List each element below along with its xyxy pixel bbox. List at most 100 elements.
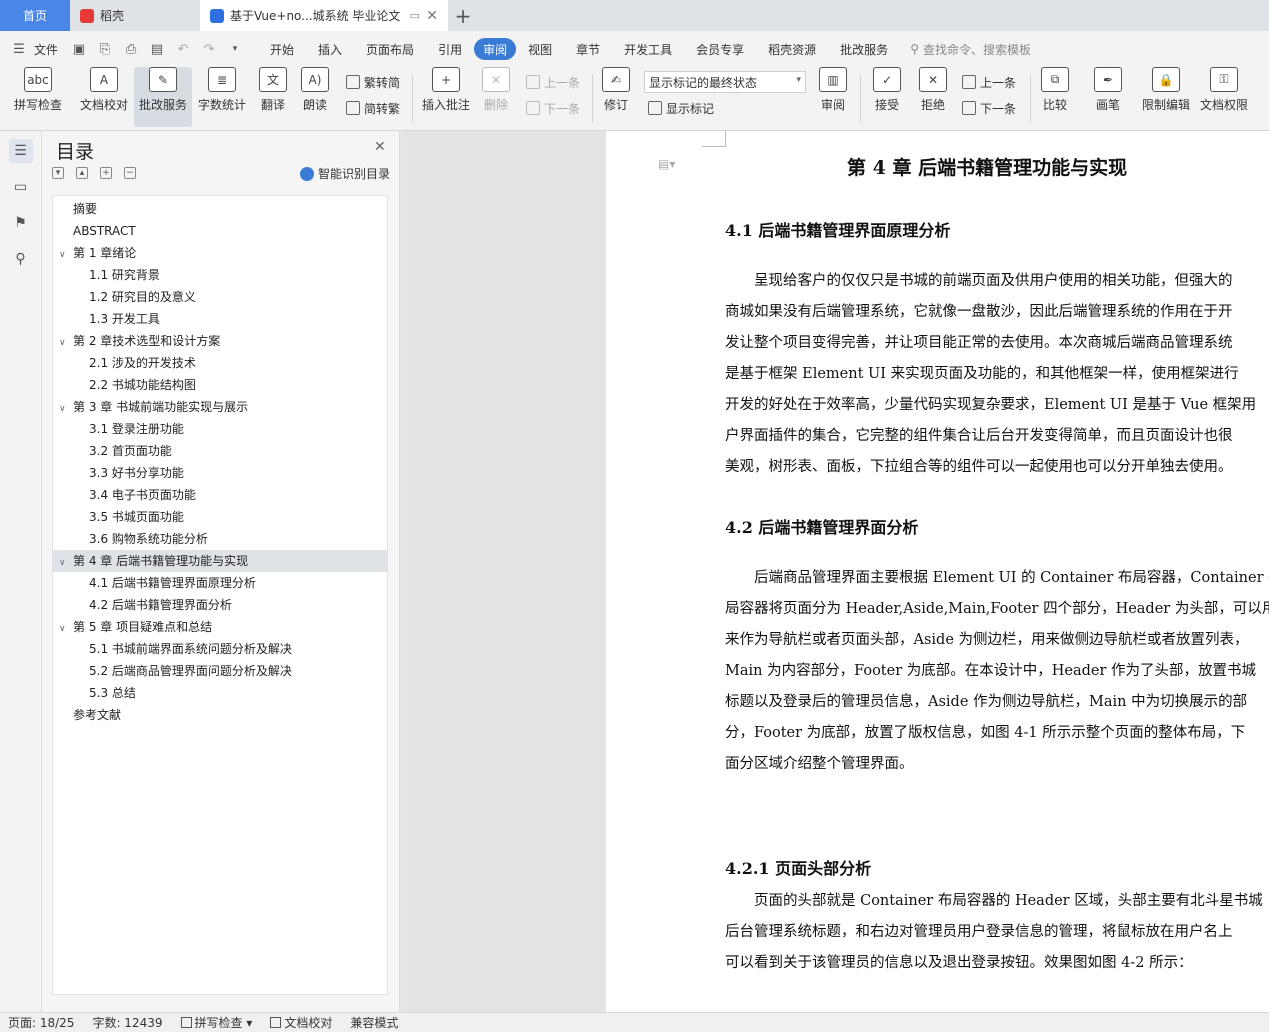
restrict-edit-button[interactable]: 🔒 限制编辑 (1138, 67, 1194, 127)
review-service-icon: ✎ (149, 67, 177, 92)
ribbon-tab[interactable]: 视图 (516, 38, 564, 60)
track-changes-button[interactable]: ✍ 修订 (596, 67, 636, 127)
proof-status-label: 文档校对 (284, 1016, 333, 1030)
toc-item[interactable]: 3.2 首页面功能 (89, 440, 172, 462)
ribbon-tab[interactable]: 会员专享 (684, 38, 756, 60)
toc-item[interactable]: 2.1 涉及的开发技术 (89, 352, 196, 374)
toc-item[interactable]: 2.2 书城功能结构图 (89, 374, 196, 396)
toc-item[interactable]: 5.3 总结 (89, 682, 136, 704)
collapse-all-icon[interactable]: ▾ (52, 167, 64, 179)
delete-comment-button[interactable]: ✕ 删除 (476, 67, 516, 127)
toc-item[interactable]: 1.1 研究背景 (89, 264, 160, 286)
hamburger-icon[interactable]: ☰ (8, 38, 30, 60)
ribbon-tab[interactable]: 开发工具 (612, 38, 684, 60)
toc-item[interactable]: 3.3 好书分享功能 (89, 462, 184, 484)
ribbon-tab[interactable]: 审阅 (474, 38, 517, 60)
reject-button[interactable]: ✕ 拒绝 (912, 67, 954, 127)
toc-item[interactable]: 3.6 购物系统功能分析 (89, 528, 208, 550)
ribbon-tab[interactable]: 引用 (426, 38, 474, 60)
toc-item[interactable]: 3.1 登录注册功能 (89, 418, 184, 440)
read-aloud-button[interactable]: A) 朗读 (296, 67, 334, 127)
chevron-down-icon[interactable]: ∨ (59, 244, 73, 266)
add-level-icon[interactable]: + (100, 167, 112, 179)
search-icon[interactable]: ⚲ (9, 247, 33, 271)
review-service-button[interactable]: ✎ 批改服务 (134, 67, 192, 127)
screen-icon[interactable]: ▭ (410, 9, 420, 22)
proof-toggle[interactable]: 文档校对 (270, 1014, 332, 1031)
next-change-button[interactable]: 下一条 (962, 97, 1016, 119)
toc-item[interactable]: 5.2 后端商品管理界面问题分析及解决 (89, 660, 292, 682)
review-pane-button[interactable]: ▥ 审阅 (812, 67, 854, 127)
doc-permission-button[interactable]: ⚿ 文档权限 (1196, 67, 1252, 127)
toc-item[interactable]: ∨ 第 1 章绪论 (59, 242, 136, 264)
pages-icon[interactable]: ▭ (9, 175, 33, 199)
prev-comment-button[interactable]: 上一条 (526, 71, 580, 93)
chevron-down-icon[interactable]: ▾ (224, 38, 246, 60)
toc-item[interactable]: ABSTRACT (73, 220, 136, 242)
tab-document[interactable]: 基于Vue+no...城系统 毕业论文 ▭ ✕ (200, 0, 448, 31)
toc-item[interactable]: 4.1 后端书籍管理界面原理分析 (89, 572, 256, 594)
expand-up-icon[interactable]: ▴ (76, 167, 88, 179)
ink-button[interactable]: ✒ 画笔 (1088, 67, 1128, 127)
ribbon-tab[interactable]: 稻壳资源 (756, 38, 828, 60)
word-count[interactable]: 字数: 12439 (92, 1014, 162, 1031)
tab-home[interactable]: 首页 (0, 0, 70, 31)
document-page[interactable]: ▤▾ 第 4 章 后端书籍管理功能与实现 4.1 后端书籍管理界面原理分析 呈现… (606, 131, 1269, 1012)
translate-button[interactable]: 文翻译 (252, 67, 294, 127)
page-indicator[interactable]: 页面: 18/25 (8, 1014, 74, 1031)
markup-display-select[interactable]: 显示标记的最终状态 ▾ (644, 71, 806, 93)
chevron-down-icon[interactable]: ∨ (59, 332, 73, 354)
chevron-down-icon[interactable]: ∨ (59, 552, 73, 574)
toc-item[interactable]: 1.2 研究目的及意义 (89, 286, 196, 308)
print-icon[interactable]: ⎙ (120, 38, 142, 60)
toc-item[interactable]: 参考文献 (73, 704, 121, 726)
chevron-down-icon[interactable]: ∨ (59, 618, 73, 640)
command-search[interactable]: ⚲ 查找命令、搜索模板 (910, 41, 1031, 58)
bookmark-icon[interactable]: ⚑ (9, 211, 33, 235)
chevron-down-icon[interactable]: ∨ (59, 398, 73, 420)
spellcheck-button[interactable]: abc 拼写检查 (6, 67, 70, 127)
toc-item[interactable]: ∨ 第 2 章技术选型和设计方案 (59, 330, 220, 352)
prev-change-button[interactable]: 上一条 (962, 71, 1016, 93)
show-markup-button[interactable]: 显示标记 (648, 97, 714, 119)
simplified-to-trad-button[interactable]: 简转繁 (346, 97, 400, 119)
tab-daoke[interactable]: 稻壳 (70, 0, 200, 31)
compare-button[interactable]: ⧉ 比较 (1034, 67, 1076, 127)
spellcheck-toggle[interactable]: 拼写检查 ▾ (180, 1014, 252, 1031)
word-count-button[interactable]: ≣ 字数统计 (194, 67, 250, 127)
accept-button[interactable]: ✓ 接受 (866, 67, 908, 127)
file-menu[interactable]: 文件 (28, 41, 64, 58)
ribbon-tab[interactable]: 开始 (258, 38, 306, 60)
close-icon[interactable]: ✕ (374, 139, 386, 155)
toc-item[interactable]: 3.4 电子书页面功能 (89, 484, 196, 506)
remove-level-icon[interactable]: − (124, 167, 136, 179)
toc-panel-icon[interactable]: ☰ (8, 139, 33, 163)
undo-icon[interactable]: ↶ (172, 38, 194, 60)
ribbon-tab[interactable]: 插入 (306, 38, 354, 60)
toc-item[interactable]: 1.3 开发工具 (89, 308, 160, 330)
toc-item-label: 1.3 开发工具 (89, 312, 160, 326)
print-preview-icon[interactable]: ▤ (146, 38, 168, 60)
proof-icon (270, 1017, 282, 1028)
doc-proof-button[interactable]: A 文档校对 (74, 67, 134, 127)
ribbon-tab[interactable]: 页面布局 (354, 38, 426, 60)
toc-item[interactable]: ∨ 第 3 章 书城前端功能实现与展示 (59, 396, 248, 418)
new-tab-button[interactable]: + (448, 0, 478, 31)
toc-item[interactable]: 摘要 (73, 198, 97, 220)
trad-to-simplified-button[interactable]: 繁转简 (346, 71, 400, 93)
toc-item[interactable]: 5.1 书城前端界面系统问题分析及解决 (89, 638, 292, 660)
ribbon-tab[interactable]: 章节 (564, 38, 612, 60)
paragraph-options-icon[interactable]: ▤▾ (658, 157, 675, 171)
toc-item[interactable]: 3.5 书城页面功能 (89, 506, 184, 528)
toc-item[interactable]: ∨ 第 4 章 后端书籍管理功能与实现 (59, 550, 248, 572)
toc-item[interactable]: ∨ 第 5 章 项目疑难点和总结 (59, 616, 212, 638)
ribbon-tab[interactable]: 批改服务 (828, 38, 900, 60)
export-icon[interactable]: ⎘ (94, 38, 116, 60)
redo-icon[interactable]: ↷ (198, 38, 220, 60)
close-tab-icon[interactable]: ✕ (426, 8, 438, 24)
insert-comment-button[interactable]: + 插入批注 (418, 67, 474, 127)
smart-toc-button[interactable]: 智能识别目录 (300, 165, 390, 182)
toc-item[interactable]: 4.2 后端书籍管理界面分析 (89, 594, 232, 616)
save-icon[interactable]: ▣ (68, 38, 90, 60)
next-comment-button[interactable]: 下一条 (526, 97, 580, 119)
